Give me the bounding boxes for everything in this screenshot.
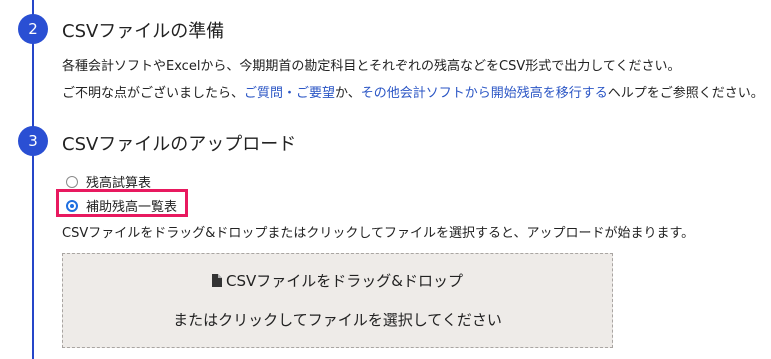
help-middle: か、 — [335, 86, 361, 101]
step-2-badge: 2 — [18, 14, 48, 44]
dropzone-line2: またはクリックしてファイルを選択してください — [173, 311, 502, 329]
upload-instruction: CSVファイルをドラッグ&ドロップまたはクリックしてファイルを選択すると、アップ… — [62, 226, 695, 241]
help-text: ご不明な点がございましたら、ご質問・ご要望か、その他会計ソフトから開始残高を移行… — [62, 82, 764, 101]
timeline-line — [32, 0, 34, 359]
step-2-title: CSVファイルの準備 — [62, 21, 225, 42]
help-prefix: ご不明な点がございましたら、 — [62, 86, 245, 101]
questions-link[interactable]: ご質問・ご要望 — [244, 86, 335, 101]
dropzone-line1: CSVファイルをドラッグ&ドロップ — [63, 270, 612, 291]
dropzone-line1-text: CSVファイルをドラッグ&ドロップ — [226, 272, 463, 290]
file-icon — [212, 274, 223, 287]
csv-prep-description: 各種会計ソフトやExcelから、今期期首の勘定科目とそれぞれの残高などをCSV形… — [62, 59, 681, 74]
radio-button-sub-balance-list[interactable] — [66, 199, 78, 212]
help-suffix: ヘルプをご参照ください。 — [607, 86, 764, 101]
csv-dropzone[interactable]: CSVファイルをドラッグ&ドロップ またはクリックしてファイルを選択してください — [62, 253, 613, 348]
radio-label-sub-balance-list: 補助残高一覧表 — [86, 200, 178, 215]
radio-button-trial-balance[interactable] — [66, 175, 78, 188]
step-3-badge: 3 — [18, 126, 48, 156]
step-3-title: CSVファイルのアップロード — [62, 134, 297, 155]
radio-option-sub-balance-list[interactable]: 補助残高一覧表 — [66, 196, 177, 215]
migrate-balance-help-link[interactable]: その他会計ソフトから開始残高を移行する — [361, 86, 608, 101]
